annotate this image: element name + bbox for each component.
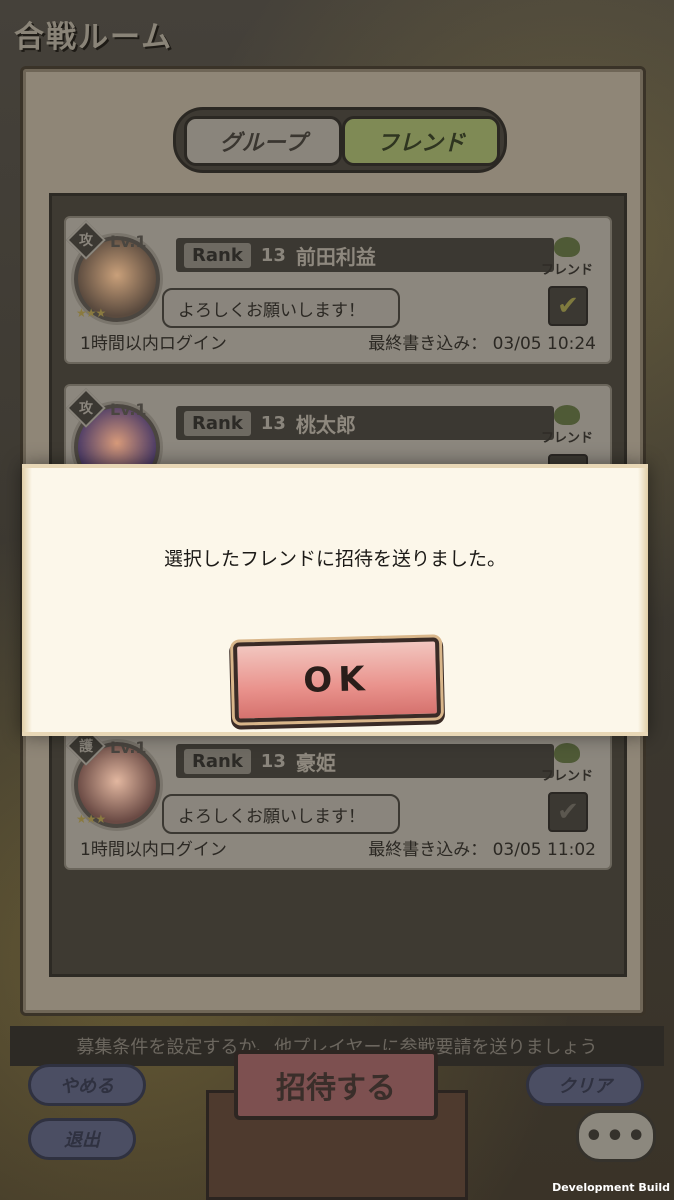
player-name: 前田利益: [295, 244, 376, 269]
last-write: 最終書き込み： 03/05 10:24: [368, 334, 596, 354]
player-name: 桃太郎: [295, 412, 356, 437]
check-icon: ✔: [557, 291, 579, 321]
login-status: 1時間以内ログイン: [80, 334, 227, 354]
message-bubble: よろしくお願いします！: [162, 794, 400, 834]
message-bubble: よろしくお願いします！: [162, 288, 400, 328]
dialog-message: 選択したフレンドに招待を送りました。: [163, 548, 506, 570]
tab-friend[interactable]: フレンド: [342, 116, 500, 166]
development-build-label: Development Build: [552, 1181, 670, 1194]
friend-tag: フレンド: [536, 404, 598, 446]
tab-bar: グループ フレンド: [173, 107, 507, 173]
clear-button[interactable]: クリア: [526, 1064, 644, 1106]
leaf-icon: [554, 405, 580, 425]
rank-value: 13: [260, 750, 286, 772]
select-checkbox[interactable]: ✔: [548, 792, 588, 832]
exit-button[interactable]: 退出: [28, 1118, 136, 1160]
rank-label: Rank: [184, 410, 251, 436]
last-write: 最終書き込み： 03/05 11:02: [368, 840, 596, 860]
rank-value: 13: [260, 244, 286, 266]
leaf-icon: [554, 743, 580, 763]
friend-tag: フレンド: [536, 236, 598, 278]
friend-tag: フレンド: [536, 742, 598, 784]
confirmation-dialog: 選択したフレンドに招待を送りました。 OK: [22, 464, 648, 736]
chat-icon[interactable]: •••: [576, 1110, 656, 1162]
rank-label: Rank: [184, 242, 251, 268]
star-rating: ★★★: [76, 306, 106, 320]
friend-card[interactable]: 攻 Lv.1 ★★★ Rank 13 前田利益 フレンド よろしくお願いします！…: [64, 216, 612, 364]
quit-button[interactable]: やめる: [28, 1064, 146, 1106]
level-label: Lv.1: [110, 232, 147, 251]
friend-card[interactable]: 護 Lv.1 ★★★ Rank 13 豪姫 フレンド よろしくお願いします！ ✔…: [64, 722, 612, 870]
screen-title: 合戦ルーム: [14, 20, 174, 55]
name-bar: Rank 13 豪姫: [176, 744, 554, 778]
leaf-icon: [554, 237, 580, 257]
rank-value: 13: [260, 412, 286, 434]
name-bar: Rank 13 前田利益: [176, 238, 554, 272]
rank-label: Rank: [184, 748, 251, 774]
level-label: Lv.1: [110, 400, 147, 419]
star-rating: ★★★: [76, 812, 106, 826]
name-bar: Rank 13 桃太郎: [176, 406, 554, 440]
login-status: 1時間以内ログイン: [80, 840, 227, 860]
invite-button[interactable]: 招待する: [234, 1050, 438, 1120]
select-checkbox[interactable]: ✔: [548, 286, 588, 326]
player-name: 豪姫: [295, 750, 336, 775]
ok-button[interactable]: OK: [232, 637, 442, 723]
check-icon: ✔: [557, 797, 579, 827]
level-label: Lv.1: [110, 738, 147, 757]
tab-group[interactable]: グループ: [184, 116, 342, 166]
